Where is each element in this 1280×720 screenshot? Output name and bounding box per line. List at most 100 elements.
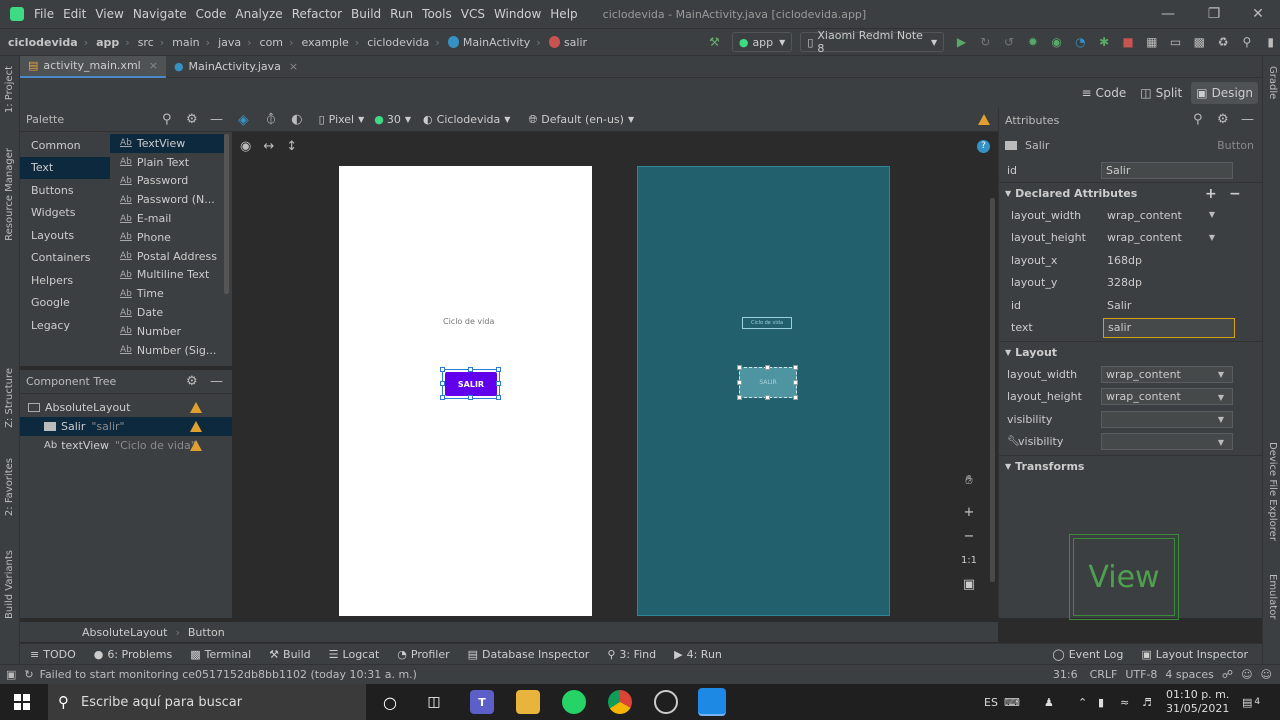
locale-dropdown[interactable]: 🌐︎ Default (en-us) ▼ bbox=[528, 113, 634, 127]
menu-code[interactable]: Code bbox=[196, 7, 227, 21]
menu-tools[interactable]: Tools bbox=[422, 7, 452, 21]
blueprint-textview[interactable]: Ciclo de vida bbox=[742, 317, 792, 329]
close-tab-icon[interactable]: × bbox=[149, 59, 158, 72]
minimize-icon[interactable]: — bbox=[1146, 0, 1190, 28]
api-level-dropdown[interactable]: ● 30 ▼ bbox=[374, 113, 411, 126]
palette-item[interactable]: Ab Time bbox=[110, 284, 224, 303]
wifi-icon[interactable]: ≈ bbox=[1120, 684, 1129, 720]
coverage-icon[interactable]: ◉ bbox=[1047, 32, 1066, 52]
indent-setting[interactable]: 4 spaces bbox=[1165, 668, 1214, 681]
palette-item[interactable]: Ab Postal Address bbox=[110, 247, 224, 266]
problems-tool[interactable]: ● 6: Problems bbox=[94, 648, 173, 661]
palette-item[interactable]: Ab Number bbox=[110, 322, 224, 341]
minimize-panel-icon[interactable]: — bbox=[1241, 112, 1254, 127]
theme-dropdown[interactable]: ◐ Ciclodevida ▼ bbox=[423, 113, 510, 126]
logcat-tool[interactable]: ☰ Logcat bbox=[329, 648, 380, 661]
menu-window[interactable]: Window bbox=[494, 7, 541, 21]
tree-node-absolutelayout[interactable]: AbsoluteLayout bbox=[20, 398, 232, 417]
palette-item[interactable]: Ab Date bbox=[110, 303, 224, 322]
preview-salir-button[interactable]: SALIR bbox=[445, 372, 497, 396]
text-attr-input[interactable]: salir bbox=[1103, 317, 1235, 338]
remove-attribute-icon[interactable]: − bbox=[1229, 186, 1241, 202]
device-select-dropdown[interactable]: ▯ Pixel ▼ bbox=[319, 113, 365, 126]
device-dropdown[interactable]: ▯ Xiaomi Redmi Note 8 ▼ bbox=[800, 29, 945, 55]
inspector-face-icon[interactable]: ☺ bbox=[1241, 668, 1252, 681]
id-input[interactable]: Salir bbox=[1101, 161, 1233, 179]
attr-value-input[interactable]: 328dp bbox=[1103, 274, 1235, 291]
zoom-actual-size-button[interactable]: 1:1 bbox=[957, 548, 981, 572]
file-encoding[interactable]: UTF-8 bbox=[1125, 668, 1157, 681]
blueprint-salir-button[interactable]: SALIR bbox=[739, 367, 797, 398]
minimize-panel-icon[interactable]: — bbox=[210, 112, 223, 127]
split-mode-button[interactable]: ◫ Split bbox=[1135, 82, 1187, 104]
zoom-in-icon[interactable]: + bbox=[957, 500, 981, 524]
resize-handle[interactable] bbox=[440, 367, 445, 372]
tab-mainactivity-java[interactable]: ● MainActivity.java × bbox=[166, 56, 306, 78]
breadcrumb-main[interactable]: main bbox=[172, 36, 199, 49]
debug-icon[interactable]: ✹ bbox=[1023, 32, 1042, 52]
run-icon[interactable]: ▶ bbox=[952, 32, 971, 52]
structure-tool-tab[interactable]: Z: Structure bbox=[4, 368, 15, 428]
menu-run[interactable]: Run bbox=[390, 7, 413, 21]
notifications-icon[interactable]: ▤ 4 bbox=[1242, 684, 1260, 720]
menu-refactor[interactable]: Refactor bbox=[292, 7, 342, 21]
resource-manager-tool-tab[interactable]: Resource Manager bbox=[4, 148, 15, 241]
line-separator[interactable]: CRLF bbox=[1090, 668, 1118, 681]
menu-build[interactable]: Build bbox=[351, 7, 381, 21]
close-icon[interactable]: ✕ bbox=[1236, 0, 1280, 28]
menu-help[interactable]: Help bbox=[550, 7, 577, 21]
favorites-tool-tab[interactable]: 2: Favorites bbox=[4, 458, 15, 516]
attach-debugger-icon[interactable]: ✱ bbox=[1095, 32, 1114, 52]
menu-view[interactable]: View bbox=[95, 7, 123, 21]
gradle-tool-tab[interactable]: Gradle bbox=[1267, 66, 1278, 99]
cortana-icon[interactable]: ○ bbox=[378, 690, 402, 714]
people-icon[interactable]: ♟ bbox=[1044, 684, 1054, 720]
breadcrumb-java[interactable]: java bbox=[218, 36, 241, 49]
hammer-icon[interactable]: ⚒ bbox=[705, 32, 724, 52]
palette-item[interactable]: Ab Number (Sig... bbox=[110, 341, 224, 360]
design-surface-icon[interactable]: ◈ bbox=[238, 112, 249, 128]
todo-tool[interactable]: ≡ TODO bbox=[30, 648, 76, 661]
palette-item[interactable]: Ab TextView bbox=[110, 134, 224, 153]
attr-value-dropdown[interactable]: wrap_content ▼ bbox=[1101, 365, 1233, 383]
horizontal-resize-icon[interactable]: ↔ bbox=[263, 139, 274, 154]
palette-category[interactable]: Legacy bbox=[20, 314, 110, 337]
run-config-dropdown[interactable]: ● app ▼ bbox=[731, 32, 793, 52]
chrome-icon[interactable] bbox=[608, 690, 632, 714]
palette-category[interactable]: Common bbox=[20, 134, 110, 157]
restore-icon[interactable]: ❐ bbox=[1192, 0, 1236, 28]
resize-handle[interactable] bbox=[793, 380, 798, 385]
language-indicator[interactable]: ES bbox=[984, 684, 998, 720]
windows-start-icon[interactable] bbox=[14, 694, 30, 710]
battery-icon[interactable]: ▮ bbox=[1098, 684, 1104, 720]
project-structure-icon[interactable]: ▦ bbox=[1142, 32, 1161, 52]
declared-attributes-section[interactable]: ▼ Declared Attributes + − bbox=[999, 182, 1262, 204]
palette-item[interactable]: Ab Multiline Text bbox=[110, 266, 224, 285]
add-attribute-icon[interactable]: + bbox=[1205, 186, 1217, 202]
gear-icon[interactable]: ⚙ bbox=[186, 374, 198, 389]
breadcrumb-project[interactable]: ciclodevida bbox=[8, 36, 78, 49]
clock-date[interactable]: 31/05/2021 bbox=[1166, 702, 1229, 716]
attr-value-input[interactable]: 168dp bbox=[1103, 252, 1235, 269]
attr-value-dropdown[interactable]: ▼ bbox=[1101, 433, 1233, 451]
resize-handle[interactable] bbox=[793, 395, 798, 400]
file-explorer-icon[interactable] bbox=[516, 690, 540, 714]
search-everywhere-icon[interactable]: ⚲ bbox=[1238, 32, 1257, 52]
obs-icon[interactable] bbox=[654, 690, 678, 714]
pan-hand-icon[interactable]: ✋︎ bbox=[957, 468, 981, 492]
attr-value-dropdown[interactable]: ▼ bbox=[1101, 410, 1233, 428]
resize-handle[interactable] bbox=[496, 381, 501, 386]
zoom-to-fit-icon[interactable]: ▣ bbox=[957, 572, 981, 596]
tool-windows-icon[interactable]: ▣ bbox=[6, 668, 16, 681]
apply-changes-icon[interactable]: ↺ bbox=[1000, 32, 1019, 52]
sdk-manager-icon[interactable]: ▩ bbox=[1190, 32, 1209, 52]
teams-icon[interactable]: T bbox=[470, 690, 494, 714]
warning-icon[interactable] bbox=[190, 421, 202, 432]
palette-category[interactable]: Containers bbox=[20, 247, 110, 270]
palette-category[interactable]: Google bbox=[20, 292, 110, 315]
terminal-tool[interactable]: ▩ Terminal bbox=[190, 648, 251, 661]
palette-scrollbar[interactable] bbox=[224, 134, 229, 294]
build-variants-tool-tab[interactable]: Build Variants bbox=[4, 550, 15, 619]
caret-position[interactable]: 31:6 bbox=[1053, 668, 1078, 681]
volume-icon[interactable]: ♬ bbox=[1142, 684, 1152, 720]
